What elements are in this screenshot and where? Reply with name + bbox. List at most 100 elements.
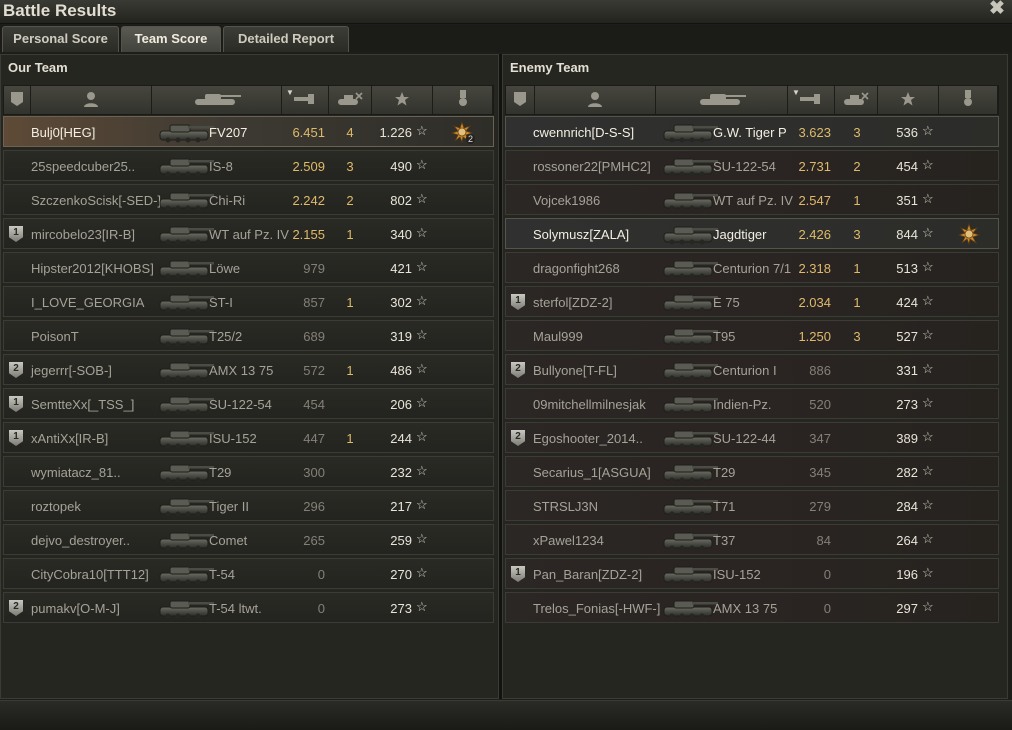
player-row[interactable]: 2 jegerrr[-SOB-] AMX 13 75 572 1 486 ☆ bbox=[3, 354, 494, 385]
kills-value: 3 bbox=[853, 227, 861, 242]
damage-value: 84 bbox=[816, 533, 831, 548]
player-row[interactable]: PoisonT T25/2 689 319 ☆ bbox=[3, 320, 494, 351]
player-row[interactable]: Trelos_Fonias[-HWF-] AMX 13 75 0 297 ☆ bbox=[505, 592, 999, 623]
vehicle-name: T-54 bbox=[209, 567, 236, 582]
xp-column-header[interactable] bbox=[878, 86, 939, 114]
player-icon bbox=[84, 91, 98, 109]
player-row[interactable]: cwennrich[D-S-S] G.W. Tiger P 3.623 3 536 ☆ bbox=[505, 116, 999, 147]
damage-value: 520 bbox=[809, 397, 831, 412]
tank-icon bbox=[154, 152, 216, 180]
star-icon: ☆ bbox=[922, 157, 934, 172]
player-row[interactable]: 2 Egoshooter_2014.. SU-122-44 347 389 ☆ bbox=[505, 422, 999, 453]
xp-value: 421 bbox=[390, 261, 412, 276]
tab-personal-score[interactable]: Personal Score bbox=[2, 26, 119, 52]
tab-detailed-report[interactable]: Detailed Report bbox=[223, 26, 349, 52]
star-icon: ☆ bbox=[922, 599, 934, 614]
player-row[interactable]: STRSLJ3N T71 279 284 ☆ bbox=[505, 490, 999, 521]
player-row[interactable]: xPawel1234 T37 84 264 ☆ bbox=[505, 524, 999, 555]
kills-column-header[interactable] bbox=[835, 86, 878, 114]
enemy-team-panel: Enemy Team ▼ cwennrich[D-S-S] G.W. Tiger P… bbox=[502, 54, 1008, 699]
medals-column-header[interactable] bbox=[433, 86, 493, 114]
star-icon: ☆ bbox=[922, 361, 934, 376]
player-name: Bulj0[HEG] bbox=[31, 125, 96, 140]
player-row[interactable]: Hipster2012[KHOBS] Löwe 979 421 ☆ bbox=[3, 252, 494, 283]
player-row[interactable]: 2 pumakv[O-M-J] T-54 ltwt. 0 273 ☆ bbox=[3, 592, 494, 623]
star-icon: ☆ bbox=[416, 225, 428, 240]
damage-icon bbox=[294, 92, 316, 108]
player-row[interactable]: 1 mircobelo23[IR-B] WT auf Pz. IV 2.155 1 340… bbox=[3, 218, 494, 249]
xp-value: 196 bbox=[896, 567, 918, 582]
player-column-header[interactable] bbox=[535, 86, 656, 114]
player-row[interactable]: 09mitchellmilnesjak Indien-Pz. 520 273 ☆ bbox=[505, 388, 999, 419]
kills-column-header[interactable] bbox=[329, 86, 372, 114]
medals-column-header[interactable] bbox=[939, 86, 998, 114]
player-row[interactable]: CityCobra10[TTT12] T-54 0 270 ☆ bbox=[3, 558, 494, 589]
player-row[interactable]: dragonfight268 Centurion 7/1 2.318 1 513 ☆ bbox=[505, 252, 999, 283]
damage-value: 447 bbox=[303, 431, 325, 446]
player-name: dragonfight268 bbox=[533, 261, 620, 276]
player-row[interactable]: Solymusz[ZALA] Jagdtiger 2.426 3 844 ☆ bbox=[505, 218, 999, 249]
player-row[interactable]: Vojcek1986 WT auf Pz. IV 2.547 1 351 ☆ bbox=[505, 184, 999, 215]
star-icon bbox=[394, 91, 410, 109]
player-row[interactable]: SzczenkoScisk[-SED-] Chi-Ri 2.242 2 802 ☆ bbox=[3, 184, 494, 215]
close-button[interactable]: ✖ bbox=[988, 0, 1006, 18]
our-team-title: Our Team bbox=[8, 60, 68, 75]
star-icon: ☆ bbox=[416, 395, 428, 410]
tank-icon bbox=[658, 594, 720, 622]
damage-icon bbox=[800, 92, 822, 108]
player-row[interactable]: I_LOVE_GEORGIA ST-I 857 1 302 ☆ bbox=[3, 286, 494, 317]
xp-value: 513 bbox=[896, 261, 918, 276]
player-name: dejvo_destroyer.. bbox=[31, 533, 131, 548]
player-name: Solymusz[ZALA] bbox=[533, 227, 630, 242]
tab-team-score[interactable]: Team Score bbox=[121, 26, 221, 52]
player-row[interactable]: roztopek Tiger II 296 217 ☆ bbox=[3, 490, 494, 521]
player-name: Hipster2012[KHOBS] bbox=[31, 261, 154, 276]
platoon-column-header[interactable] bbox=[506, 86, 535, 114]
xp-value: 284 bbox=[896, 499, 918, 514]
player-row[interactable]: wymiatacz_81.. T29 300 232 ☆ bbox=[3, 456, 494, 487]
player-row[interactable]: Bulj0[HEG] FV207 6.451 4 1.226 ☆ 2 bbox=[3, 116, 494, 147]
player-name: CityCobra10[TTT12] bbox=[31, 567, 149, 582]
tank-icon bbox=[154, 424, 216, 452]
player-row[interactable]: dejvo_destroyer.. Comet 265 259 ☆ bbox=[3, 524, 494, 555]
player-row[interactable]: 1 xAntiXx[IR-B] ISU-152 447 1 244 ☆ bbox=[3, 422, 494, 453]
vehicle-name: Indien-Pz. bbox=[713, 397, 772, 412]
player-name: SzczenkoScisk[-SED-] bbox=[31, 193, 162, 208]
player-row[interactable]: Maul999 T95 1.250 3 527 ☆ bbox=[505, 320, 999, 351]
player-row[interactable]: 1 sterfol[ZDZ-2] E 75 2.034 1 424 ☆ bbox=[505, 286, 999, 317]
player-row[interactable]: 25speedcuber25.. IS-8 2.509 3 490 ☆ bbox=[3, 150, 494, 181]
medal-icon bbox=[962, 90, 974, 110]
kills-value: 3 bbox=[853, 125, 861, 140]
tank-icon bbox=[658, 118, 720, 146]
player-row[interactable]: rossoner22[PMHC2] SU-122-54 2.731 2 454 ☆ bbox=[505, 150, 999, 181]
player-row[interactable]: Secarius_1[ASGUA] T29 345 282 ☆ bbox=[505, 456, 999, 487]
kills-value: 1 bbox=[853, 295, 861, 310]
player-row[interactable]: 1 SemtteXx[_TSS_] SU-122-54 454 206 ☆ bbox=[3, 388, 494, 419]
damage-column-header[interactable]: ▼ bbox=[282, 86, 329, 114]
xp-column-header[interactable] bbox=[372, 86, 433, 114]
player-name: sterfol[ZDZ-2] bbox=[533, 295, 613, 310]
damage-value: 3.623 bbox=[798, 125, 831, 140]
star-icon: ☆ bbox=[922, 565, 934, 580]
xp-value: 270 bbox=[390, 567, 412, 582]
damage-value: 347 bbox=[809, 431, 831, 446]
xp-value: 1.226 bbox=[379, 125, 412, 140]
player-row[interactable]: 2 Bullyone[T-FL] Centurion I 886 331 ☆ bbox=[505, 354, 999, 385]
player-name: mircobelo23[IR-B] bbox=[31, 227, 136, 242]
player-column-header[interactable] bbox=[31, 86, 152, 114]
player-name: SemtteXx[_TSS_] bbox=[31, 397, 135, 412]
medal-icon[interactable] bbox=[957, 222, 981, 246]
vehicle-column-header[interactable] bbox=[656, 86, 788, 114]
xp-value: 232 bbox=[390, 465, 412, 480]
star-icon: ☆ bbox=[922, 395, 934, 410]
damage-column-header[interactable]: ▼ bbox=[788, 86, 835, 114]
vehicle-column-header[interactable] bbox=[152, 86, 282, 114]
player-name: PoisonT bbox=[31, 329, 79, 344]
xp-value: 217 bbox=[390, 499, 412, 514]
player-row[interactable]: 1 Pan_Baran[ZDZ-2] ISU-152 0 196 ☆ bbox=[505, 558, 999, 589]
kills-value: 2 bbox=[346, 193, 354, 208]
platoon-column-header[interactable] bbox=[4, 86, 31, 114]
vehicle-name: Centurion I bbox=[713, 363, 777, 378]
vehicle-name: E 75 bbox=[713, 295, 740, 310]
window-title: Battle Results bbox=[3, 1, 117, 20]
